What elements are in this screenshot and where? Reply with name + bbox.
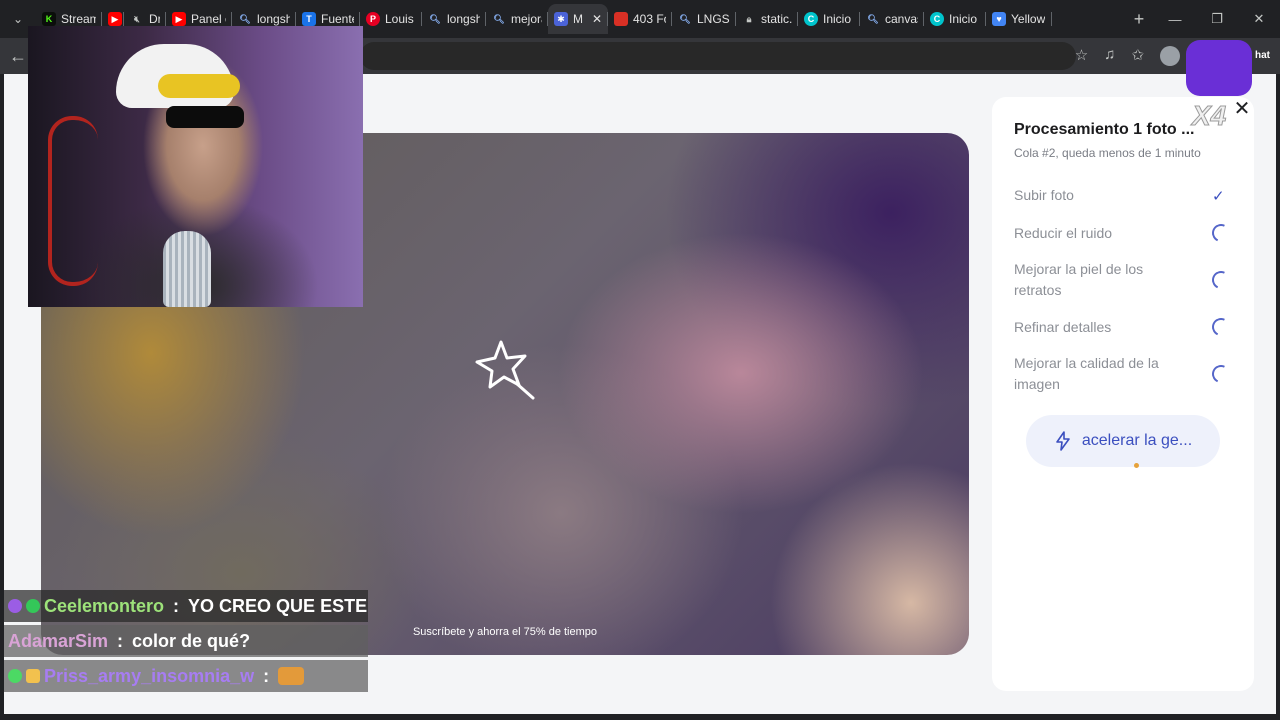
- tab-403[interactable]: 403 Fo: [608, 4, 672, 34]
- checkmark-icon: ✓: [1212, 188, 1225, 205]
- stream-sticker: [1186, 40, 1252, 96]
- speed-up-label: acelerar la ge...: [1081, 432, 1193, 449]
- profile-avatar[interactable]: [1160, 46, 1180, 66]
- mic-badge-icon: [8, 599, 22, 613]
- close-icon[interactable]: ✕: [1230, 97, 1254, 121]
- restore-icon[interactable]: ❐: [1196, 11, 1238, 27]
- chat-username: AdamarSim: [8, 630, 109, 651]
- microphone: [163, 231, 211, 307]
- sticker-text: X4: [1191, 100, 1227, 132]
- address-bar[interactable]: [360, 42, 1076, 70]
- lightning-icon: [1056, 431, 1070, 451]
- magic-wand-icon: [475, 340, 535, 400]
- youtube-icon: ▶: [108, 12, 122, 26]
- toolbar-icons: ☆ ♫ ✩: [1075, 46, 1180, 66]
- streamer-webcam: [28, 26, 363, 307]
- gaming-chair: [48, 116, 98, 286]
- sparkle-badge-icon: [8, 669, 22, 683]
- tab-lngsh[interactable]: 🔍︎LNGSH: [672, 4, 736, 34]
- tab-active-app[interactable]: ✱ M ✕: [548, 4, 608, 34]
- error-icon: [614, 12, 628, 26]
- cap-brim: [158, 74, 240, 98]
- tab-longsh-2[interactable]: 🔍︎ longsh: [422, 4, 486, 34]
- lock-icon: 🔒︎: [746, 13, 752, 24]
- tab-inicio-2[interactable]: C Inicio: [924, 4, 986, 34]
- chat-text: YO CREO QUE ESTE: [188, 595, 368, 616]
- chat-separator: :: [258, 665, 275, 686]
- chat-username: Ceelemontero: [44, 595, 165, 616]
- search-icon: 🔍︎: [679, 13, 691, 24]
- processing-panel: ✕ Procesamiento 1 foto ... Cola #2, qued…: [992, 97, 1254, 691]
- favorites-icon[interactable]: ✩: [1131, 46, 1144, 66]
- search-icon: 🔍︎: [493, 13, 505, 24]
- close-tab-icon[interactable]: ✕: [592, 12, 602, 26]
- verified-badge-icon: [26, 599, 40, 613]
- media-control-icon[interactable]: ♫: [1104, 46, 1115, 66]
- queue-status: Cola #2, queda menos de 1 minuto: [1014, 146, 1201, 160]
- canva-icon: C: [930, 12, 944, 26]
- close-window-icon[interactable]: ✕: [1238, 11, 1280, 27]
- spinner-icon: [1209, 268, 1233, 292]
- youtube-icon: ▶: [172, 12, 186, 26]
- spinner-icon: [1209, 221, 1233, 245]
- speed-up-button[interactable]: acelerar la ge...: [1026, 415, 1220, 467]
- heart-icon: ♥: [992, 12, 1006, 26]
- indicator-dot: [1134, 463, 1139, 468]
- step-label: Mejorar la calidad de la imagen: [1014, 355, 1159, 392]
- step-skin: Mejorar la piel de los retratos: [1014, 252, 1233, 308]
- minimize-icon[interactable]: —: [1154, 12, 1196, 27]
- canva-icon: C: [804, 12, 818, 26]
- font-icon: T: [302, 12, 316, 26]
- chat-message: Ceelemontero : YO CREO QUE ESTE: [4, 590, 368, 622]
- step-label: Mejorar la piel de los retratos: [1014, 261, 1144, 298]
- spinner-icon: [1209, 362, 1233, 386]
- step-label: Refinar detalles: [1014, 318, 1112, 335]
- mute-icon: 🔇︎: [134, 13, 140, 24]
- tab-inicio-1[interactable]: C Inicio: [798, 4, 860, 34]
- tab-mejora[interactable]: 🔍︎mejora: [486, 4, 548, 34]
- chat-message: AdamarSim : color de qué?: [4, 625, 368, 657]
- step-label: Reducir el ruido: [1014, 224, 1113, 241]
- chat-message: Priss_army_insomnia_w :: [4, 660, 368, 692]
- app-icon: ✱: [554, 12, 568, 26]
- cat-emote-icon: [278, 667, 305, 685]
- panel-title: Procesamiento 1 foto ...: [1014, 121, 1195, 138]
- search-icon: 🔍︎: [429, 13, 441, 24]
- new-tab-button[interactable]: +: [1124, 9, 1154, 30]
- step-quality: Mejorar la calidad de la imagen: [1014, 346, 1233, 402]
- step-label: Subir foto: [1014, 186, 1074, 203]
- pinterest-icon: P: [366, 12, 380, 26]
- tab-static[interactable]: 🔒︎static.v: [736, 4, 798, 34]
- window-controls: — ❐ ✕: [1154, 11, 1280, 27]
- tab-canvas[interactable]: 🔍︎canvas: [860, 4, 924, 34]
- tab-yellow[interactable]: ♥ Yellow: [986, 4, 1052, 34]
- tab-louis[interactable]: P Louis ': [360, 4, 422, 34]
- stream-chat: Ceelemontero : YO CREO QUE ESTE AdamarSi…: [4, 590, 368, 695]
- step-noise: Reducir el ruido: [1014, 214, 1233, 252]
- search-icon: 🔍︎: [239, 13, 251, 24]
- step-upload: Subir foto ✓: [1014, 176, 1230, 214]
- sunglasses: [166, 106, 244, 128]
- chat-text: color de qué?: [132, 630, 251, 651]
- spinner-icon: [1209, 315, 1233, 339]
- chat-username: Priss_army_insomnia_w: [44, 665, 255, 686]
- chat-separator: :: [168, 595, 185, 616]
- bottom-frame: [0, 714, 1280, 720]
- chat-separator: :: [112, 630, 129, 651]
- bookmark-star-icon[interactable]: ☆: [1075, 46, 1088, 66]
- step-list: Subir foto ✓ Reducir el ruido Mejorar la…: [1014, 176, 1233, 402]
- chat-label: hat: [1255, 50, 1270, 61]
- step-details: Refinar detalles: [1014, 308, 1233, 346]
- search-icon: 🔍︎: [867, 13, 879, 24]
- kick-icon: K: [42, 12, 56, 26]
- crown-badge-icon: [26, 669, 40, 683]
